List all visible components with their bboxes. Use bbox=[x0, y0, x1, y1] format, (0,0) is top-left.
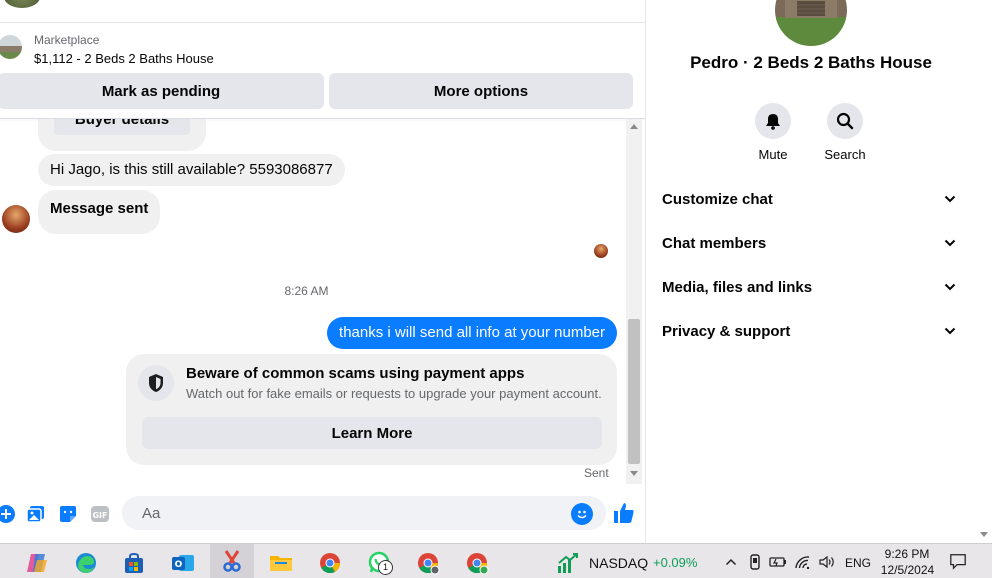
scroll-down-arrow-icon[interactable] bbox=[980, 532, 988, 537]
conversation-title: Pedro · 2 Beds 2 Baths House bbox=[690, 53, 932, 72]
search-label: Search bbox=[824, 147, 866, 162]
section-chat-members[interactable]: Chat members bbox=[662, 228, 960, 258]
edge-browser-icon[interactable] bbox=[69, 549, 103, 577]
bell-icon[interactable] bbox=[755, 103, 791, 139]
scroll-down-arrow-icon[interactable] bbox=[630, 471, 638, 476]
listing-thumbnail[interactable] bbox=[0, 35, 22, 59]
language-indicator[interactable]: ENG bbox=[845, 556, 871, 570]
gif-icon[interactable]: GIF bbox=[90, 504, 110, 524]
file-explorer-icon[interactable] bbox=[264, 549, 298, 577]
chrome-icon[interactable] bbox=[313, 549, 347, 577]
clock-time[interactable]: 9:26 PM bbox=[882, 547, 932, 561]
mute-button[interactable]: Mute bbox=[743, 103, 803, 162]
copilot-icon[interactable] bbox=[20, 549, 54, 577]
divider bbox=[0, 22, 645, 23]
sender-avatar[interactable] bbox=[2, 205, 30, 233]
sticker-icon[interactable] bbox=[58, 504, 78, 524]
message-status: Sent bbox=[584, 466, 609, 480]
message-timestamp: 8:26 AM bbox=[284, 284, 329, 298]
composer: GIF bbox=[0, 490, 645, 536]
stock-change: +0.09% bbox=[653, 555, 698, 570]
search-icon[interactable] bbox=[827, 103, 863, 139]
stock-chart-icon[interactable] bbox=[553, 549, 583, 577]
scroll-up-arrow-icon[interactable] bbox=[630, 124, 638, 129]
battery-icon[interactable] bbox=[769, 554, 787, 570]
mute-label: Mute bbox=[758, 147, 788, 162]
scam-warning-title: Beware of common scams using payment app… bbox=[186, 365, 525, 382]
shield-icon bbox=[138, 365, 174, 401]
chevron-down-icon bbox=[944, 327, 956, 335]
conversation-info-pane: Pedro · 2 Beds 2 Baths House Mute Search… bbox=[646, 0, 976, 543]
incoming-message: Message sent bbox=[38, 190, 161, 234]
incoming-message: Hi Jago, is this still available? 559308… bbox=[38, 154, 345, 186]
contact-avatar[interactable] bbox=[4, 0, 40, 8]
whatsapp-icon[interactable]: 1 bbox=[362, 549, 396, 577]
section-label: Privacy & support bbox=[662, 322, 791, 340]
message-input[interactable] bbox=[122, 496, 606, 530]
learn-more-button[interactable]: Learn More bbox=[142, 417, 602, 449]
emoji-icon[interactable] bbox=[571, 503, 593, 525]
image-icon[interactable] bbox=[26, 504, 46, 524]
scam-warning-subtitle: Watch out for fake emails or requests to… bbox=[186, 386, 602, 401]
seen-indicator-avatar bbox=[594, 244, 608, 258]
chevron-down-icon bbox=[944, 239, 956, 247]
chevron-up-icon[interactable] bbox=[722, 554, 740, 570]
svg-text:GIF: GIF bbox=[92, 511, 107, 520]
wifi-icon[interactable] bbox=[794, 554, 812, 570]
snipping-tool-icon[interactable] bbox=[210, 544, 254, 578]
listing-avatar[interactable] bbox=[775, 0, 847, 46]
section-privacy-support[interactable]: Privacy & support bbox=[662, 316, 960, 346]
device-icon[interactable] bbox=[746, 554, 764, 570]
notification-badge: 1 bbox=[378, 560, 393, 575]
chevron-down-icon bbox=[944, 195, 956, 203]
section-media-files-links[interactable]: Media, files and links bbox=[662, 272, 960, 302]
chevron-down-icon bbox=[944, 283, 956, 291]
notification-center-icon[interactable] bbox=[949, 553, 967, 570]
chat-pane: Marketplace $1,112 - 2 Beds 2 Baths Hous… bbox=[0, 0, 646, 543]
section-label: Media, files and links bbox=[662, 278, 813, 296]
section-label: Chat members bbox=[662, 234, 767, 252]
like-icon[interactable] bbox=[612, 501, 636, 525]
listing-title[interactable]: $1,112 - 2 Beds 2 Baths House bbox=[34, 51, 214, 66]
plus-icon[interactable] bbox=[0, 504, 16, 524]
section-label: Customize chat bbox=[662, 190, 773, 208]
volume-icon[interactable] bbox=[818, 554, 836, 570]
buyer-details-button[interactable]: Buyer details bbox=[54, 119, 190, 135]
store-icon[interactable] bbox=[117, 549, 151, 577]
scam-warning-card: Beware of common scams using payment app… bbox=[126, 354, 617, 465]
chrome-profile-icon[interactable] bbox=[411, 549, 445, 577]
marketplace-label: Marketplace bbox=[34, 33, 100, 47]
search-button[interactable]: Search bbox=[815, 103, 875, 162]
chrome-profile-icon[interactable] bbox=[460, 549, 494, 577]
clock-date[interactable]: 12/5/2024 bbox=[880, 563, 935, 577]
mark-as-pending-button[interactable]: Mark as pending bbox=[0, 73, 324, 109]
taskbar: O 1 NASDAQ +0.09% ENG 9:26 PM 12/5/2024 bbox=[0, 543, 992, 578]
svg-text:O: O bbox=[175, 560, 183, 570]
message-list: Buyer details Hi Jago, is this still ava… bbox=[0, 119, 626, 484]
scroll-thumb[interactable] bbox=[628, 319, 640, 464]
info-scrollbar[interactable] bbox=[976, 0, 992, 543]
outlook-icon[interactable]: O bbox=[166, 549, 200, 577]
stock-ticker-label[interactable]: NASDAQ bbox=[589, 555, 648, 571]
message-scrollbar[interactable] bbox=[626, 119, 642, 484]
section-customize-chat[interactable]: Customize chat bbox=[662, 184, 960, 214]
more-options-button[interactable]: More options bbox=[329, 73, 633, 109]
outgoing-message: thanks i will send all info at your numb… bbox=[327, 317, 617, 349]
